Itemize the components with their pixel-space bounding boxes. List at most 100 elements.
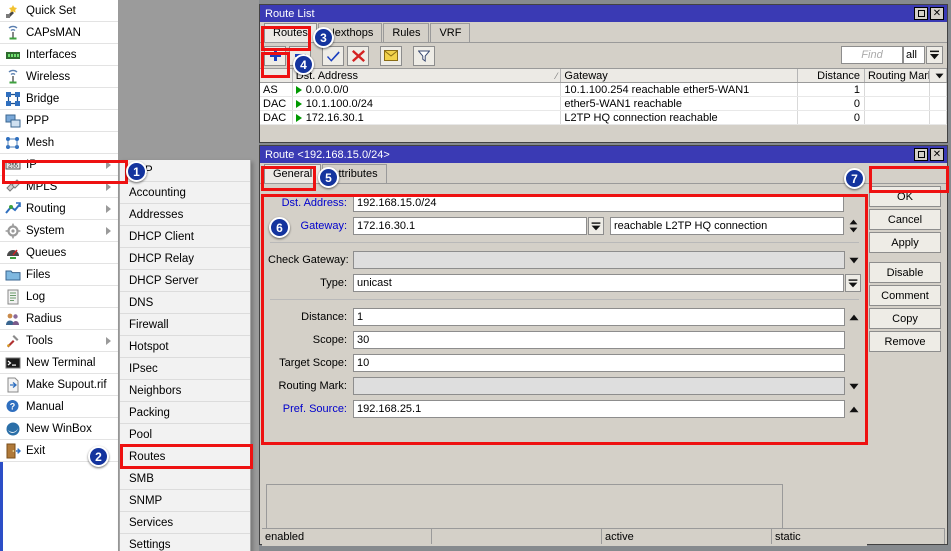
column-header-dst-address[interactable]: Dst. Address ⁄ xyxy=(293,69,562,82)
table-row[interactable]: DAC 172.16.30.1 L2TP HQ connection reachab… xyxy=(260,111,947,125)
scope-input[interactable]: 30 xyxy=(353,331,845,349)
ip-submenu-item-packing[interactable]: Packing xyxy=(120,402,250,424)
pref-source-stepper-up-icon[interactable] xyxy=(847,400,861,418)
maximize-icon[interactable] xyxy=(914,7,928,20)
close-icon[interactable]: ✕ xyxy=(930,7,944,20)
ppp-icon xyxy=(5,113,21,129)
tab-general[interactable]: General xyxy=(264,164,322,183)
gateway-dropdown-icon[interactable] xyxy=(588,217,604,235)
menu-item-tools[interactable]: Tools xyxy=(0,330,118,352)
scope-select[interactable]: all xyxy=(903,46,925,64)
dst-address-input[interactable]: 192.168.15.0/24 xyxy=(353,194,844,212)
menu-item-radius[interactable]: Radius xyxy=(0,308,118,330)
menu-item-wireless[interactable]: Wireless xyxy=(0,66,118,88)
ip-submenu-item-dhcp-client[interactable]: DHCP Client xyxy=(120,226,250,248)
check-gateway-chevron-down-icon[interactable] xyxy=(847,251,861,269)
ip-submenu-item-snmp[interactable]: SNMP xyxy=(120,490,250,512)
column-header-gateway[interactable]: Gateway xyxy=(561,69,798,82)
ip-submenu-item-pool[interactable]: Pool xyxy=(120,424,250,446)
menu-item-mesh[interactable]: Mesh xyxy=(0,132,118,154)
gateway-input[interactable]: 172.16.30.1 xyxy=(353,217,587,235)
field-distance: Distance: 1 xyxy=(268,307,861,327)
comment-button[interactable]: Comment xyxy=(869,285,941,306)
menu-item-mpls[interactable]: MPLS xyxy=(0,176,118,198)
column-header-flags[interactable] xyxy=(260,69,293,82)
chevron-right-icon xyxy=(106,182,111,191)
ip-submenu-item-accounting[interactable]: Accounting xyxy=(120,182,250,204)
menu-item-new-terminal[interactable]: New Terminal xyxy=(0,352,118,374)
menu-item-queues[interactable]: Queues xyxy=(0,242,118,264)
ip-submenu-item-addresses[interactable]: Addresses xyxy=(120,204,250,226)
ip-submenu-item-hotspot[interactable]: Hotspot xyxy=(120,336,250,358)
routing-mark-chevron-down-icon[interactable] xyxy=(847,377,861,395)
pref-source-input[interactable]: 192.168.25.1 xyxy=(353,400,845,418)
ip-submenu-item-label: Addresses xyxy=(129,208,184,221)
cell-distance: 1 xyxy=(798,83,865,96)
target-scope-input[interactable]: 10 xyxy=(353,354,845,372)
column-chooser-icon[interactable] xyxy=(930,69,947,82)
copy-button[interactable]: Copy xyxy=(869,308,941,329)
distance-input[interactable]: 1 xyxy=(353,308,845,326)
menu-item-interfaces[interactable]: Interfaces xyxy=(0,44,118,66)
ip-submenu-item-settings[interactable]: Settings xyxy=(120,534,250,551)
menu-item-files[interactable]: Files xyxy=(0,264,118,286)
find-input[interactable]: Find xyxy=(841,46,903,64)
tab-label: Routes xyxy=(273,27,308,39)
comment-button[interactable] xyxy=(380,45,402,66)
enable-route-button[interactable] xyxy=(322,45,344,66)
menu-item-new-winbox[interactable]: New WinBox xyxy=(0,418,118,440)
tab-routes[interactable]: Routes xyxy=(264,23,317,42)
scope-dropdown-icon[interactable] xyxy=(926,46,943,64)
ip-submenu-item-ipsec[interactable]: IPsec xyxy=(120,358,250,380)
remove-button[interactable]: Remove xyxy=(869,331,941,352)
menu-item-manual[interactable]: ? Manual xyxy=(0,396,118,418)
check-gateway-input[interactable] xyxy=(353,251,845,269)
add-route-button[interactable] xyxy=(264,45,286,66)
ip-submenu-item-smb[interactable]: SMB xyxy=(120,468,250,490)
menu-item-system[interactable]: System xyxy=(0,220,118,242)
cancel-button[interactable]: Cancel xyxy=(869,209,941,230)
menu-item-bridge[interactable]: Bridge xyxy=(0,88,118,110)
route-list-window-buttons: ✕ xyxy=(914,7,947,20)
cell-dst-address: 172.16.30.1 xyxy=(293,111,562,124)
menu-item-quick-set[interactable]: Quick Set xyxy=(0,0,118,22)
close-icon[interactable]: ✕ xyxy=(930,148,944,161)
disable-button[interactable]: Disable xyxy=(869,262,941,283)
type-dropdown-icon[interactable] xyxy=(845,274,861,292)
ok-button[interactable]: OK xyxy=(869,186,941,207)
chevron-right-icon xyxy=(106,204,111,213)
ip-submenu-item-neighbors[interactable]: Neighbors xyxy=(120,380,250,402)
routing-mark-input[interactable] xyxy=(353,377,845,395)
apply-button[interactable]: Apply xyxy=(869,232,941,253)
menu-item-ppp[interactable]: PPP xyxy=(0,110,118,132)
type-input[interactable]: unicast xyxy=(353,274,844,292)
ip-submenu-item-firewall[interactable]: Firewall xyxy=(120,314,250,336)
gateway-status-spinner-icon[interactable] xyxy=(845,217,861,235)
distance-stepper-up-icon[interactable] xyxy=(847,308,861,326)
menu-item-label: Mesh xyxy=(26,136,55,149)
disable-route-button[interactable] xyxy=(347,45,369,66)
cell-routing-mark xyxy=(865,111,931,124)
route-list-tabbar: Routes Nexthops Rules VRF xyxy=(260,22,947,43)
gateway-status-input[interactable]: reachable L2TP HQ connection xyxy=(610,217,844,235)
ip-submenu-item-dns[interactable]: DNS xyxy=(120,292,250,314)
tab-rules[interactable]: Rules xyxy=(383,23,430,42)
route-list-titlebar[interactable]: Route List ✕ xyxy=(260,5,947,22)
menu-item-log[interactable]: Log xyxy=(0,286,118,308)
menu-item-capsman[interactable]: CAPsMAN xyxy=(0,22,118,44)
column-header-routing-mark[interactable]: Routing Mark xyxy=(865,69,931,82)
ip-submenu-item-dhcp-relay[interactable]: DHCP Relay xyxy=(120,248,250,270)
maximize-icon[interactable] xyxy=(914,148,928,161)
column-header-distance[interactable]: Distance xyxy=(798,69,865,82)
ip-submenu-item-dhcp-server[interactable]: DHCP Server xyxy=(120,270,250,292)
ip-submenu-item-routes[interactable]: Routes xyxy=(120,446,250,468)
ip-submenu-item-services[interactable]: Services xyxy=(120,512,250,534)
filter-button[interactable] xyxy=(413,45,435,66)
menu-item-routing[interactable]: Routing xyxy=(0,198,118,220)
table-row[interactable]: AS 0.0.0.0/0 10.1.100.254 reachable ether5… xyxy=(260,83,947,97)
table-row[interactable]: DAC 10.1.100.0/24 ether5-WAN1 reachable 0 xyxy=(260,97,947,111)
route-dialog-titlebar[interactable]: Route <192.168.15.0/24> ✕ xyxy=(260,146,947,163)
menu-item-make-supout-rif[interactable]: Make Supout.rif xyxy=(0,374,118,396)
tab-vrf[interactable]: VRF xyxy=(430,23,471,42)
menu-item-ip[interactable]: 255 IP xyxy=(0,154,118,176)
